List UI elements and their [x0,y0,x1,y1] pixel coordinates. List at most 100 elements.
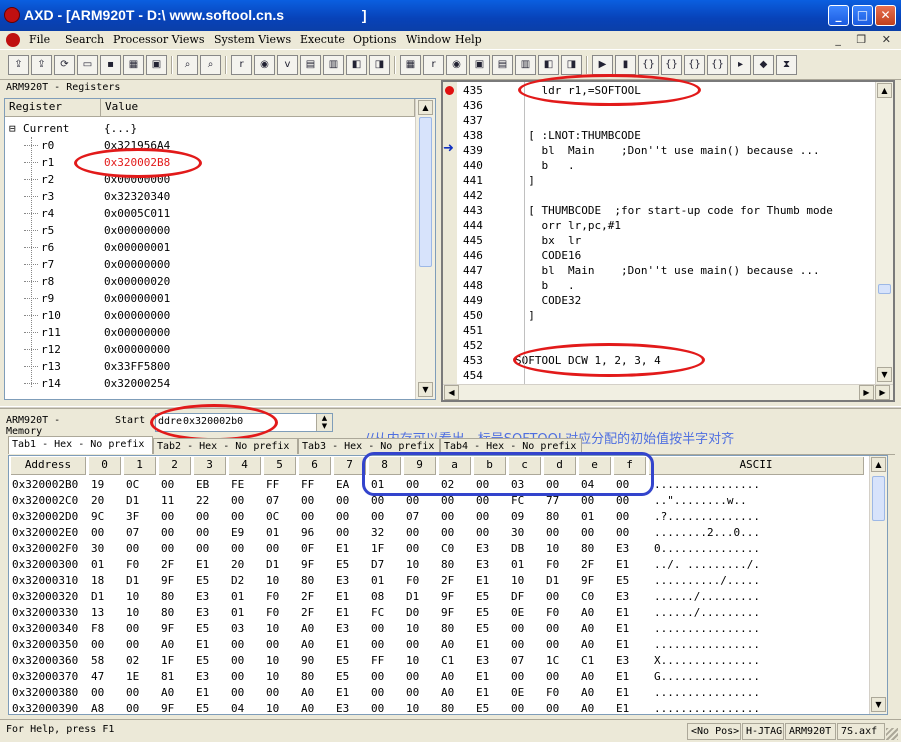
memory-byte[interactable]: 01 [371,573,384,589]
memory-byte[interactable]: 00 [371,701,384,717]
memory-byte[interactable]: E1 [196,685,209,701]
memory-byte[interactable]: F8 [91,621,104,637]
memory-byte[interactable]: 00 [511,621,524,637]
memory-byte[interactable]: 10 [406,653,419,669]
memory-byte[interactable]: 30 [511,525,524,541]
step-in-icon[interactable]: {} [638,55,659,75]
source-line[interactable]: b . [515,278,873,293]
memory-byte[interactable]: FE [231,477,244,493]
memory-byte[interactable]: 2F [161,557,174,573]
memory-byte[interactable]: 11 [161,493,174,509]
memory-byte[interactable]: E1 [616,557,629,573]
scroll-down-icon[interactable]: ▼ [418,382,433,397]
memory-byte[interactable]: E5 [476,621,489,637]
scroll-down-icon[interactable]: ▼ [877,367,892,382]
memory-byte[interactable]: D2 [231,573,244,589]
memory-byte[interactable]: E5 [476,701,489,717]
view8-icon[interactable]: ◨ [561,55,582,75]
memory-byte[interactable]: 00 [406,685,419,701]
source-vscrollbar[interactable]: ▲ ▼ [875,82,893,384]
memory-byte[interactable]: EB [196,477,209,493]
memory-byte[interactable]: 0E [511,605,524,621]
memory-byte[interactable]: 00 [371,669,384,685]
memory-byte[interactable]: 04 [231,701,244,717]
memory-byte[interactable]: 9F [161,573,174,589]
memory-byte[interactable]: FC [371,605,384,621]
disasm-icon[interactable]: ▥ [323,55,344,75]
tab-1[interactable]: Tab1 - Hex - No prefix [8,436,153,454]
byte-column-header[interactable]: 0 [89,457,121,475]
memory-byte[interactable]: 00 [511,701,524,717]
memory-byte[interactable]: E3 [196,589,209,605]
memory-byte[interactable]: E5 [336,653,349,669]
memory-byte[interactable]: A0 [581,669,594,685]
memory-byte[interactable]: 00 [196,541,209,557]
scroll-right-icon[interactable]: ▶ [859,385,874,400]
memory-byte[interactable]: D1 [266,557,279,573]
memory-byte[interactable]: 2F [301,589,314,605]
memory-byte[interactable]: 80 [161,605,174,621]
memory-byte[interactable]: 01 [581,509,594,525]
source-line[interactable]: ] [515,308,873,323]
memory-byte[interactable]: E5 [196,701,209,717]
memory-byte[interactable]: 80 [581,541,594,557]
memory-byte[interactable]: F0 [266,605,279,621]
memory-byte[interactable]: 80 [441,621,454,637]
run-to-cursor-icon[interactable]: {} [707,55,728,75]
hourglass-icon[interactable]: ⧗ [776,55,797,75]
memory-byte[interactable]: 80 [441,701,454,717]
memory-byte[interactable]: 58 [91,653,104,669]
memory-byte[interactable]: 20 [231,557,244,573]
address-spinner-icon[interactable]: ▲ ▼ [316,414,332,431]
memory-byte[interactable]: 10 [546,541,559,557]
memory-byte[interactable]: E5 [196,653,209,669]
memory-byte[interactable]: E5 [336,669,349,685]
memory-byte[interactable]: 13 [91,605,104,621]
memory-byte[interactable]: E3 [196,605,209,621]
memory-byte[interactable]: FF [301,477,314,493]
memory-byte[interactable]: 00 [476,525,489,541]
memory-byte[interactable]: 00 [231,509,244,525]
memory-byte[interactable]: 00 [161,525,174,541]
reload-icon[interactable]: ⇪ [31,55,52,75]
memory-byte[interactable]: 00 [336,509,349,525]
memory-byte[interactable]: A0 [161,685,174,701]
memory-byte[interactable]: 01 [511,557,524,573]
memory-byte[interactable]: E5 [196,573,209,589]
save-icon[interactable]: ▪ [100,55,121,75]
memory-byte[interactable]: 0C [126,477,139,493]
register-value[interactable]: 0x00000020 [104,273,170,290]
register-value[interactable]: 0x00000001 [104,290,170,307]
menu-execute[interactable]: Execute [300,33,345,46]
memory-byte[interactable]: 00 [126,685,139,701]
memory-byte[interactable]: 00 [196,525,209,541]
menu-options[interactable]: Options [353,33,396,46]
memory-byte[interactable]: 00 [231,685,244,701]
byte-column-header[interactable]: 1 [124,457,156,475]
memory-byte[interactable]: 00 [91,685,104,701]
memory-byte[interactable]: D0 [406,605,419,621]
memory-byte[interactable]: E1 [616,701,629,717]
memory-byte[interactable]: 00 [616,509,629,525]
memory-byte[interactable]: 00 [91,525,104,541]
memory-byte[interactable]: A0 [581,685,594,701]
memory-byte[interactable]: 00 [581,525,594,541]
memory-byte[interactable]: E1 [336,541,349,557]
register-value[interactable]: 0x33FF5800 [104,358,170,375]
view1-icon[interactable]: ▦ [400,55,421,75]
memory-byte[interactable]: E3 [336,621,349,637]
memory-byte[interactable]: 00 [371,621,384,637]
memory-byte[interactable]: E3 [476,541,489,557]
binoculars-next-icon[interactable]: ⌕ [200,55,221,75]
value-column-header[interactable]: Value [101,99,415,117]
source-line[interactable]: CODE16 [515,248,873,263]
memory-byte[interactable]: 10 [406,621,419,637]
variables-icon[interactable]: v [277,55,298,75]
memory-byte[interactable]: F0 [546,605,559,621]
memory-byte[interactable]: 00 [266,541,279,557]
register-value[interactable]: 0x00000000 [104,222,170,239]
memory-byte[interactable]: 10 [266,701,279,717]
memory-byte[interactable]: A0 [441,685,454,701]
memory-byte[interactable]: E1 [616,669,629,685]
memory-byte[interactable]: 00 [406,669,419,685]
